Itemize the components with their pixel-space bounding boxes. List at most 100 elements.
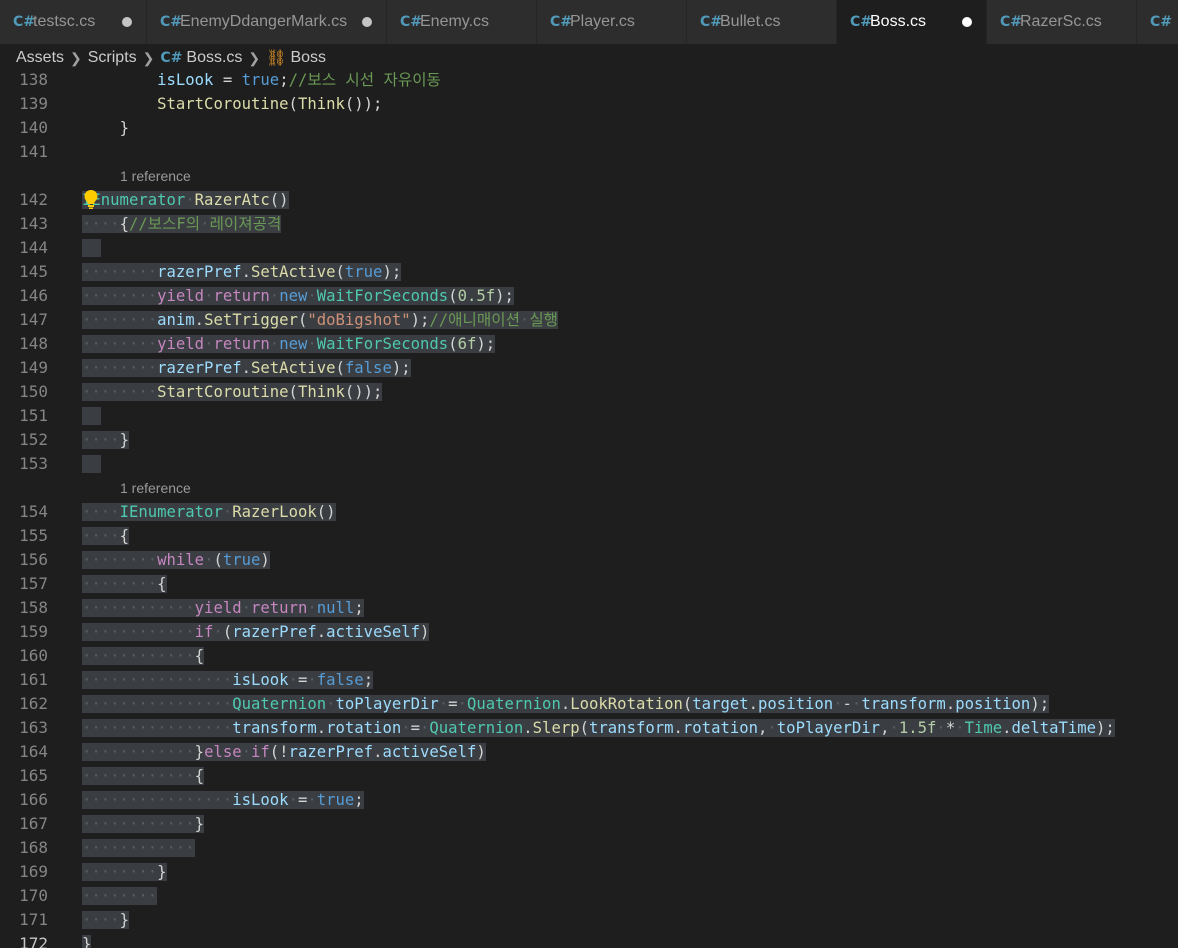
breadcrumb-folder-scripts[interactable]: Scripts: [88, 49, 137, 67]
selection-highlight: ····}: [82, 911, 129, 929]
code-token: ,·: [880, 719, 899, 737]
code-line: 138 isLook = true;//보스 시선 자유이동: [0, 72, 1178, 92]
tab-label: testsc.cs: [33, 13, 96, 30]
csharp-file-icon: C#: [160, 14, 183, 30]
code-text: ············{: [82, 644, 205, 668]
code-token: .: [194, 311, 205, 329]
line-number: 170: [19, 886, 48, 905]
code-token: activeSelf: [382, 743, 477, 761]
breadcrumb-file[interactable]: Boss.cs: [186, 49, 242, 67]
whitespace-dot: ·: [851, 695, 862, 713]
code-token: ·=·: [289, 671, 317, 689]
code-token: else: [204, 743, 242, 761]
code-line: 166 ················isLook·=·true;: [0, 788, 1178, 812]
code-line: 171 ····}: [0, 908, 1178, 932]
selection-highlight: ················isLook·=·true;: [82, 791, 364, 809]
code-token: {: [157, 575, 167, 593]
code-token: Slerp: [532, 719, 580, 737]
indent-whitespace: ····: [82, 503, 120, 521]
tab-bullet-cs[interactable]: C# Bullet.cs: [687, 0, 837, 44]
code-token: Time: [964, 719, 1003, 737]
code-token: ·: [242, 743, 251, 761]
code-token: );: [1030, 695, 1050, 713]
chevron-right-icon: ❯: [142, 49, 155, 66]
indent-whitespace: ············: [82, 743, 195, 761]
line-number: 158: [19, 598, 48, 617]
unsaved-dot-icon[interactable]: [122, 17, 132, 27]
lightbulb-icon[interactable]: [82, 188, 100, 210]
code-token-part: 레이져공격: [209, 215, 282, 233]
unsaved-dot-icon[interactable]: [362, 17, 372, 27]
code-editor[interactable]: 138 isLook = true;//보스 시선 자유이동 139 StartC…: [0, 72, 1178, 948]
line-number: 146: [19, 286, 48, 305]
codelens-references[interactable]: 1 reference: [120, 165, 191, 187]
breadcrumb-folder-assets[interactable]: Assets: [16, 49, 64, 67]
tab-boss-cs[interactable]: C# Boss.cs: [837, 0, 987, 44]
codelens-references[interactable]: 1 reference: [120, 477, 191, 499]
tab-overflow[interactable]: C#: [1137, 0, 1178, 44]
empty-selection: [82, 407, 101, 425]
code-token: .: [241, 359, 251, 377]
code-text: ················transform.rotation·=·Qua…: [82, 716, 1115, 740]
breadcrumb-symbol[interactable]: Boss: [290, 49, 326, 67]
code-token-part: //애니매이션: [429, 311, 520, 329]
whitespace-dot: ·: [401, 719, 411, 737]
selection-highlight: ············if·(razerPref.activeSelf): [82, 623, 430, 641]
indent-whitespace: ········: [82, 311, 158, 329]
unsaved-dot-icon[interactable]: [962, 17, 972, 27]
code-line: 164 ············}else·if(!razerPref.activ…: [0, 740, 1178, 764]
code-token: Quaternion: [466, 695, 561, 713]
tab-enemyddangermark-cs[interactable]: C# EnemyDdangerMark.cs: [147, 0, 387, 44]
code-line: 150 ········StartCoroutine(Think());: [0, 380, 1178, 404]
code-text: ········yield·return·new·WaitForSeconds(…: [82, 284, 514, 308]
code-token: transform: [589, 719, 674, 737]
code-line: 149 ········razerPref.SetActive(false);: [0, 356, 1178, 380]
code-token: ·: [242, 599, 251, 617]
code-token: SetActive: [251, 263, 336, 281]
code-token: isLook: [232, 671, 289, 689]
selection-highlight: [82, 455, 101, 473]
code-token: ·: [307, 599, 316, 617]
csharp-file-icon: C#: [13, 14, 36, 30]
indent-whitespace: ········: [82, 335, 158, 353]
code-token: activeSelf: [326, 623, 421, 641]
whitespace-dot: ·: [767, 719, 777, 737]
line-number: 171: [19, 910, 48, 929]
csharp-file-icon: C#: [1150, 14, 1173, 30]
selection-highlight: ········razerPref.SetActive(false);: [82, 359, 411, 377]
code-line: 165 ············{: [0, 764, 1178, 788]
tab-testsc-cs[interactable]: C# testsc.cs: [0, 0, 147, 44]
code-line: 160 ············{: [0, 644, 1178, 668]
whitespace-dot: ·: [936, 719, 946, 737]
empty-selection: [82, 455, 101, 473]
selection-highlight: ················Quaternion·toPlayerDir·=…: [82, 695, 1050, 713]
line-number: 157: [19, 574, 48, 593]
whitespace-dot: ·: [307, 791, 317, 809]
code-text: ····{//보스F의·레이져공격: [82, 212, 282, 236]
code-token: );: [476, 335, 496, 353]
tab-enemy-cs[interactable]: C# Enemy.cs: [387, 0, 537, 44]
whitespace-dot: ·: [213, 623, 223, 641]
tab-player-cs[interactable]: C# Player.cs: [537, 0, 687, 44]
line-number: 143: [19, 214, 48, 233]
tab-razersc-cs[interactable]: C# RazerSc.cs: [987, 0, 1137, 44]
code-token-part: =: [297, 791, 308, 809]
selection-highlight: ····}: [82, 431, 129, 449]
line-number: 144: [19, 238, 48, 257]
code-token: true: [241, 72, 280, 89]
code-line: 141: [0, 140, 1178, 164]
code-token: );: [410, 311, 430, 329]
code-token: ;: [354, 791, 364, 809]
code-token: (): [316, 503, 336, 521]
whitespace-dot: ·: [519, 311, 530, 329]
code-token: ·=·: [439, 695, 467, 713]
indent-whitespace: ············: [82, 623, 195, 641]
code-token: (: [335, 263, 345, 281]
whitespace-dot: ·: [438, 695, 449, 713]
code-token-part: 실행: [529, 311, 559, 329]
line-number: 162: [19, 694, 48, 713]
code-token: Think: [297, 383, 345, 401]
empty-selection: [82, 239, 101, 257]
selection-highlight: ············yield·return·null;: [82, 599, 364, 617]
code-token: (: [297, 311, 308, 329]
